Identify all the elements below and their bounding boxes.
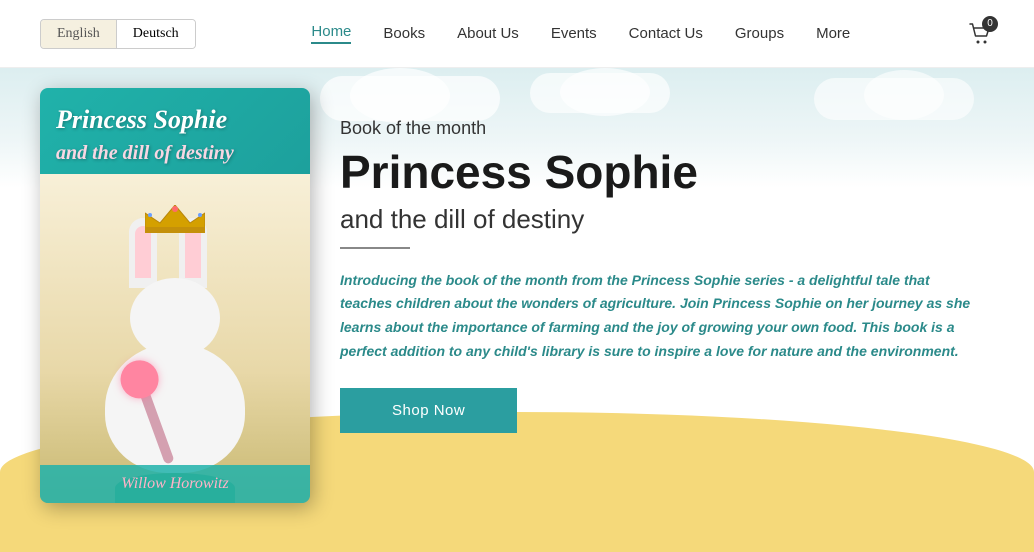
title-divider xyxy=(340,247,410,249)
language-switcher: English Deutsch xyxy=(40,19,196,49)
cart-count: 0 xyxy=(982,16,998,32)
nav-events[interactable]: Events xyxy=(551,25,597,42)
hero-subtitle: Book of the month xyxy=(340,118,994,139)
rabbit-ear-inner-left xyxy=(135,226,151,278)
deutsch-lang-button[interactable]: Deutsch xyxy=(117,20,195,48)
nav-more[interactable]: More xyxy=(816,25,850,42)
cart-icon: 0 xyxy=(966,20,994,48)
book-cover: Princess Sophie and the dill of destiny xyxy=(40,88,310,503)
main-nav: Home Books About Us Events Contact Us Gr… xyxy=(311,23,850,44)
book-cover-title: Princess Sophie and the dill of destiny xyxy=(56,104,294,166)
book-author-text: Willow Horowitz xyxy=(121,475,228,492)
hero-main-title: Princess Sophie xyxy=(340,147,994,198)
hero-content: Book of the month Princess Sophie and th… xyxy=(340,118,994,433)
cloud-shape-2 xyxy=(350,68,450,123)
cloud-shape-6 xyxy=(864,70,944,120)
cloud-shape-4 xyxy=(560,68,650,116)
rabbit-background xyxy=(40,174,310,503)
hero-section: Princess Sophie and the dill of destiny xyxy=(0,68,1034,552)
book-author-area: Willow Horowitz xyxy=(40,465,310,503)
site-header: English Deutsch Home Books About Us Even… xyxy=(0,0,1034,68)
hero-description: Introducing the book of the month from t… xyxy=(340,269,980,364)
nav-about-us[interactable]: About Us xyxy=(457,25,519,42)
nav-home[interactable]: Home xyxy=(311,23,351,44)
nav-books[interactable]: Books xyxy=(383,25,425,42)
nav-contact-us[interactable]: Contact Us xyxy=(629,25,703,42)
crown xyxy=(145,205,205,227)
rabbit-body xyxy=(105,343,245,473)
english-lang-button[interactable]: English xyxy=(41,20,116,48)
shop-now-button[interactable]: Shop Now xyxy=(340,388,517,433)
cart-button[interactable]: 0 xyxy=(966,20,994,48)
hero-secondary-title: and the dill of destiny xyxy=(340,204,994,235)
book-title-area: Princess Sophie and the dill of destiny xyxy=(40,88,310,174)
book-cover-wrap: Princess Sophie and the dill of destiny xyxy=(40,88,310,503)
rabbit-ear-inner-right xyxy=(185,226,201,278)
nav-groups[interactable]: Groups xyxy=(735,25,784,42)
book-image-area xyxy=(40,174,310,503)
